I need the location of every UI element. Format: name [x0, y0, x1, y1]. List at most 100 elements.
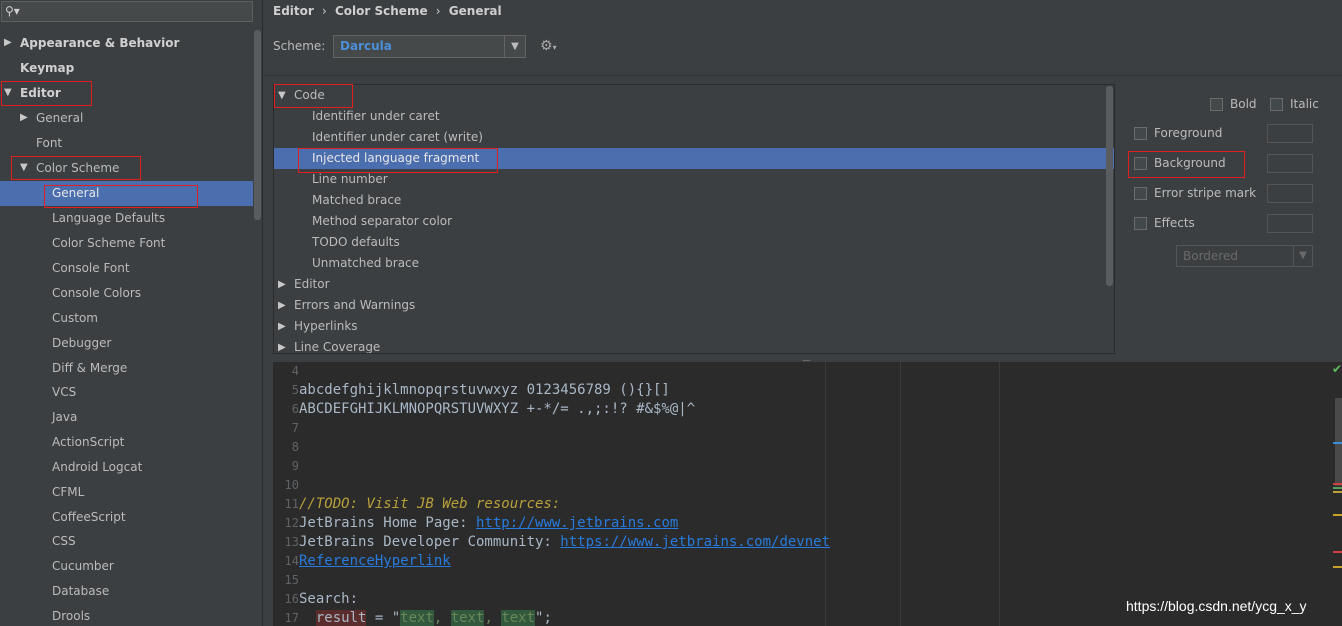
- chevron-right-icon: ▶: [20, 112, 28, 123]
- chevron-down-icon: ▼: [1293, 246, 1312, 266]
- highlight-box: [1, 81, 92, 106]
- bold-label: Bold: [1230, 97, 1257, 111]
- breadcrumb-editor[interactable]: Editor: [273, 4, 314, 18]
- chevron-down-icon: ▼: [504, 36, 525, 57]
- chevron-right-icon: ▶: [278, 279, 286, 290]
- code-line: 10: [284, 478, 299, 492]
- tree-item-identifier-under-caret-write[interactable]: Identifier under caret (write): [312, 127, 483, 148]
- sidebar-item-diff-merge[interactable]: Diff & Merge: [52, 357, 127, 379]
- sidebar-item-debugger[interactable]: Debugger: [52, 332, 111, 354]
- effects-color-swatch[interactable]: [1267, 214, 1313, 233]
- search-icon: ⚲▾: [5, 4, 20, 18]
- code-line: 11//TODO: Visit JB Web resources:: [284, 496, 561, 512]
- sidebar-item-java[interactable]: Java: [52, 406, 77, 428]
- tree-item-matched-brace[interactable]: Matched brace: [312, 190, 401, 211]
- sidebar-item-appearance[interactable]: ▶ Appearance & Behavior: [4, 32, 179, 54]
- sidebar-item-css[interactable]: CSS: [52, 530, 76, 552]
- chevron-right-icon: ▶: [278, 321, 286, 332]
- error-stripe-marker[interactable]: [1333, 442, 1342, 444]
- code-line: 12JetBrains Home Page: http://www.jetbra…: [284, 515, 679, 531]
- foreground-color-swatch[interactable]: [1267, 124, 1313, 143]
- tree-node-hyperlinks[interactable]: ▶ Hyperlinks: [278, 316, 358, 337]
- scheme-label: Scheme:: [273, 39, 326, 53]
- scheme-value: Darcula: [340, 39, 392, 53]
- italic-label: Italic: [1290, 97, 1319, 111]
- scheme-select[interactable]: Darcula ▼: [333, 35, 526, 58]
- sidebar-item-cfml[interactable]: CFML: [52, 481, 84, 503]
- sidebar-item-database[interactable]: Database: [52, 580, 109, 602]
- highlight-box: [274, 84, 353, 108]
- sidebar-item-coffeescript[interactable]: CoffeeScript: [52, 506, 126, 528]
- code-line: 17 result = "text, text, text";: [284, 610, 552, 626]
- right-margin-guide: [999, 362, 1000, 626]
- tree-node-errors-warnings[interactable]: ▶ Errors and Warnings: [278, 295, 415, 316]
- sidebar-item-color-scheme-font[interactable]: Color Scheme Font: [52, 232, 165, 254]
- tree-scrollbar[interactable]: [1106, 86, 1113, 286]
- breadcrumb-color-scheme[interactable]: Color Scheme: [335, 4, 428, 18]
- sidebar-item-keymap[interactable]: Keymap: [20, 57, 74, 79]
- background-color-swatch[interactable]: [1267, 154, 1313, 173]
- search-input[interactable]: ⚲▾: [1, 1, 253, 22]
- effects-label: Effects: [1154, 216, 1195, 230]
- tree-node-line-coverage[interactable]: ▶ Line Coverage: [278, 337, 380, 353]
- sidebar-item-cucumber[interactable]: Cucumber: [52, 555, 114, 577]
- error-stripe-marker[interactable]: [1333, 514, 1342, 516]
- error-stripe-label: Error stripe mark: [1154, 186, 1257, 200]
- tree-item-todo-defaults[interactable]: TODO defaults: [312, 232, 400, 253]
- effect-type-value: Bordered: [1183, 249, 1238, 263]
- code-line: 6ABCDEFGHIJKLMNOPQRSTUVWXYZ +-*/= .,;:!?…: [291, 401, 696, 417]
- code-line: 7: [291, 421, 299, 435]
- splitter[interactable]: .....: [264, 354, 1342, 363]
- hyperlink[interactable]: http://www.jetbrains.com: [476, 515, 678, 531]
- hyperlink[interactable]: ReferenceHyperlink: [299, 553, 451, 569]
- tree-node-editor[interactable]: ▶ Editor: [278, 274, 330, 295]
- code-line: 16Search:: [284, 591, 359, 607]
- sidebar-item-console-colors[interactable]: Console Colors: [52, 282, 141, 304]
- highlight-box: [1128, 151, 1245, 178]
- tree-item-method-separator-color[interactable]: Method separator color: [312, 211, 452, 232]
- error-stripe-color-swatch[interactable]: [1267, 184, 1313, 203]
- sidebar-item-android-logcat[interactable]: Android Logcat: [52, 456, 142, 478]
- code-preview[interactable]: 4 5abcdefghijklmnopqrstuvwxyz 0123456789…: [273, 362, 1342, 626]
- breadcrumb: Editor › Color Scheme › General: [273, 4, 506, 22]
- sidebar-item-console-font[interactable]: Console Font: [52, 257, 130, 279]
- sidebar-item-language-defaults[interactable]: Language Defaults: [52, 207, 165, 229]
- italic-checkbox[interactable]: [1270, 98, 1283, 111]
- sidebar-item-actionscript[interactable]: ActionScript: [52, 431, 124, 453]
- error-stripe-marker[interactable]: [1333, 551, 1342, 553]
- code-line: 8: [291, 440, 299, 454]
- sidebar-item-general[interactable]: ▶ General: [20, 107, 83, 129]
- sidebar-scrollbar[interactable]: [254, 30, 261, 220]
- watermark: https://blog.csdn.net/ycg_x_y: [1126, 598, 1307, 614]
- tree-item-unmatched-brace[interactable]: Unmatched brace: [312, 253, 419, 274]
- chevron-right-icon: ▶: [278, 300, 286, 311]
- code-line: 15: [284, 573, 299, 587]
- sidebar-item-vcs[interactable]: VCS: [52, 381, 76, 403]
- divider: [264, 75, 1342, 76]
- hyperlink[interactable]: https://www.jetbrains.com/devnet: [560, 534, 830, 550]
- attribute-tree: ▼ Code Identifier under caret Identifier…: [273, 84, 1115, 354]
- sidebar-item-drools[interactable]: Drools: [52, 605, 90, 626]
- gear-icon[interactable]: ⚙▾: [540, 38, 557, 54]
- error-stripe-marker[interactable]: [1333, 487, 1342, 489]
- breadcrumb-general: General: [448, 4, 502, 18]
- error-stripe-marker[interactable]: [1333, 566, 1342, 568]
- right-margin-guide: [825, 362, 826, 626]
- sidebar-item-font[interactable]: Font: [36, 132, 62, 154]
- error-stripe-checkbox[interactable]: [1134, 187, 1147, 200]
- effect-type-select[interactable]: Bordered ▼: [1176, 245, 1313, 267]
- checkmark-icon: ✔: [1332, 362, 1342, 376]
- highlight-box: [44, 185, 198, 208]
- breadcrumb-separator: ›: [435, 4, 441, 18]
- chevron-right-icon: ▶: [4, 37, 12, 48]
- bold-checkbox[interactable]: [1210, 98, 1223, 111]
- foreground-checkbox[interactable]: [1134, 127, 1147, 140]
- highlight-box: [11, 156, 141, 180]
- sidebar-item-custom[interactable]: Custom: [52, 307, 98, 329]
- error-stripe-marker[interactable]: [1333, 491, 1342, 493]
- tree-item-identifier-under-caret[interactable]: Identifier under caret: [312, 106, 440, 127]
- code-line: 14ReferenceHyperlink: [284, 553, 451, 569]
- error-stripe-marker[interactable]: [1333, 483, 1342, 485]
- code-line: 4: [291, 364, 299, 378]
- effects-checkbox[interactable]: [1134, 217, 1147, 230]
